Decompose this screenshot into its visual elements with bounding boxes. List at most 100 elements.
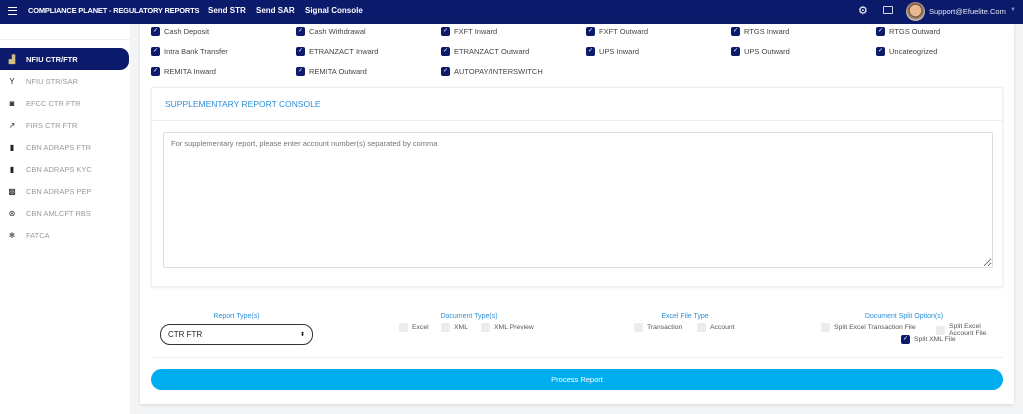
category-checkbox[interactable]: ✓ Intra Bank Transfer [151, 47, 228, 56]
checkbox-split-excel-transaction[interactable]: Split Excel Transaction File [821, 323, 916, 332]
checkbox-box: ✓ [731, 27, 740, 36]
category-checkbox[interactable]: ✓ ETRANZACT Inward [296, 47, 378, 56]
checkbox-box [821, 323, 830, 332]
user-menu[interactable]: Support@Efuelite.Com [929, 7, 1006, 16]
sidebar-item-cbn-adraps-pep[interactable]: ▩ CBN ADRAPS PEP [0, 180, 129, 202]
menu-icon[interactable] [8, 7, 17, 15]
category-checkbox[interactable]: ✓ UPS Outward [731, 47, 790, 56]
category-checkbox[interactable]: ✓ REMITA Outward [296, 67, 367, 76]
checkbox-label: AUTOPAY/INTERSWITCH [454, 67, 543, 76]
nav-send-sar[interactable]: Send SAR [256, 6, 295, 15]
category-checkbox[interactable]: ✓ RTGS Inward [731, 27, 789, 36]
top-navbar: COMPLIANCE PLANET - REGULATORY REPORTS S… [0, 0, 1023, 24]
app-title: COMPLIANCE PLANET - REGULATORY REPORTS [28, 6, 200, 15]
divider [152, 120, 1002, 121]
checkbox-label: ETRANZACT Outward [454, 47, 530, 56]
sidebar-item-label: CBN ADRAPS PEP [26, 186, 92, 196]
checkbox-label: RTGS Outward [889, 27, 941, 36]
checkbox-box: ✓ [876, 47, 885, 56]
report-type-value: CTR FTR [168, 330, 203, 339]
supplementary-title: SUPPLEMENTARY REPORT CONSOLE [165, 99, 321, 109]
account-numbers-input[interactable] [163, 132, 993, 268]
checkbox-box: ✓ [901, 335, 910, 344]
avatar[interactable] [906, 2, 925, 21]
checkbox-label: Cash Deposit [164, 27, 210, 36]
sidebar-item-fatca[interactable]: ❄ FATCA [0, 224, 129, 246]
process-report-button[interactable]: Process Report [151, 369, 1003, 390]
category-checkbox[interactable]: ✓ AUTOPAY/INTERSWITCH [441, 67, 543, 76]
sidebar-item-label: CBN ADRAPS KYC [26, 164, 92, 174]
checkbox-label: Excel [412, 324, 429, 331]
checkbox-label: Transaction [647, 324, 683, 331]
checkbox-box: ✓ [151, 27, 160, 36]
checkbox-split-xml[interactable]: ✓ Split XML File [901, 335, 956, 344]
checkbox-label: Split XML File [914, 336, 956, 343]
split-options-label: Document Split Option(s) [864, 313, 944, 320]
sidebar-item-firs-ctr-ftr[interactable]: ↗ FIRS CTR FTR [0, 114, 129, 136]
trending-up-icon: ↗ [8, 120, 16, 130]
category-checkbox[interactable]: ✓ ETRANZACT Outward [441, 47, 529, 56]
gear-icon[interactable]: ⚙ [858, 4, 868, 17]
sidebar-item-label: CBN ADRAPS FTR [26, 142, 92, 152]
outlet-icon: ◙ [9, 98, 15, 108]
checkbox-box [936, 325, 945, 335]
checkbox-label: REMITA Outward [309, 67, 367, 76]
checkbox-excel[interactable]: Excel [399, 323, 429, 332]
sidebar-item-cbn-adraps-kyc[interactable]: ▮ CBN ADRAPS KYC [0, 158, 129, 180]
checkbox-box [399, 323, 408, 332]
sidebar-item-cbn-amlcft-rbs[interactable]: ⊛ CBN AMLCFT RBS [0, 202, 129, 224]
category-checkbox[interactable]: ✓ FXFT Inward [441, 27, 497, 36]
checkbox-xml[interactable]: XML [441, 323, 468, 332]
sidebar-item-label: EFCC CTR FTR [26, 98, 81, 108]
checkbox-box: ✓ [296, 27, 305, 36]
checkbox-box: ✓ [151, 47, 160, 56]
sidebar: ▟ NFIU CTR/FTR Y NFIU STR/SAR ◙ EFCC CTR FT… [0, 24, 130, 414]
checkbox-box: ✓ [151, 67, 160, 76]
checkbox-label: Intra Bank Transfer [164, 47, 228, 56]
checkbox-label: RTGS Inward [744, 27, 790, 36]
category-checkbox[interactable]: ✓ Cash Deposit [151, 27, 209, 36]
category-checkbox[interactable]: ✓ FXFT Outward [586, 27, 648, 36]
checkbox-transaction[interactable]: Transaction [634, 323, 682, 332]
checkbox-label: ETRANZACT Inward [309, 47, 379, 56]
sidebar-item-cbn-adraps-ftr[interactable]: ▮ CBN ADRAPS FTR [0, 136, 129, 158]
category-checkbox[interactable]: ✓ UPS Inward [586, 47, 639, 56]
checkbox-label: REMITA Inward [164, 67, 216, 76]
divider [0, 39, 130, 40]
checkbox-box [634, 323, 643, 332]
chevron-down-icon[interactable]: ▼ [1010, 7, 1016, 13]
sidebar-item-label: NFIU CTR/FTR [26, 54, 78, 64]
sidebar-item-label: FIRS CTR FTR [26, 120, 78, 130]
checkbox-box [441, 323, 450, 332]
sidebar-item-efcc-ctr-ftr[interactable]: ◙ EFCC CTR FTR [0, 92, 129, 114]
category-checkbox[interactable]: ✓ REMITA Inward [151, 67, 216, 76]
checkbox-box [481, 323, 490, 332]
soccer-ball-icon: ⊛ [8, 208, 16, 218]
nav-send-str[interactable]: Send STR [208, 6, 246, 15]
checkbox-box [697, 323, 706, 332]
checkbox-xml-preview[interactable]: XML Preview [481, 323, 534, 332]
checkbox-label: Uncateogrized [889, 47, 938, 56]
checkbox-label: Split Excel Transaction File [834, 324, 916, 331]
image-chart-icon: ▩ [8, 186, 16, 196]
cast-icon[interactable] [883, 6, 893, 14]
sidebar-item-nfiu-str-sar[interactable]: Y NFIU STR/SAR [0, 70, 129, 92]
checkbox-box: ✓ [586, 47, 595, 56]
checkbox-label: FXFT Outward [599, 27, 649, 36]
report-card: ✓ Cash Deposit ✓ Cash Withdrawal ✓ FXFT Inwar… [140, 24, 1014, 404]
nav-signal-console[interactable]: Signal Console [305, 6, 363, 15]
category-checkbox[interactable]: ✓ Cash Withdrawal [296, 27, 366, 36]
category-checkbox[interactable]: ✓ Uncateogrized [876, 47, 937, 56]
category-checkbox[interactable]: ✓ RTGS Outward [876, 27, 940, 36]
checkbox-label: Account [710, 324, 735, 331]
report-type-select[interactable]: CTR FTR ⬍ [160, 324, 313, 345]
snowflake-icon: ❄ [8, 230, 16, 240]
checkbox-box: ✓ [296, 47, 305, 56]
file-icon: ▮ [9, 164, 15, 174]
checkbox-label: Split Excel Account File [949, 323, 987, 337]
divider [151, 357, 1003, 358]
chevron-updown-icon: ⬍ [299, 332, 305, 338]
checkbox-label: FXFT Inward [454, 27, 498, 36]
checkbox-account[interactable]: Account [697, 323, 735, 332]
sidebar-item-nfiu-ctr-ftr[interactable]: ▟ NFIU CTR/FTR [0, 48, 129, 70]
